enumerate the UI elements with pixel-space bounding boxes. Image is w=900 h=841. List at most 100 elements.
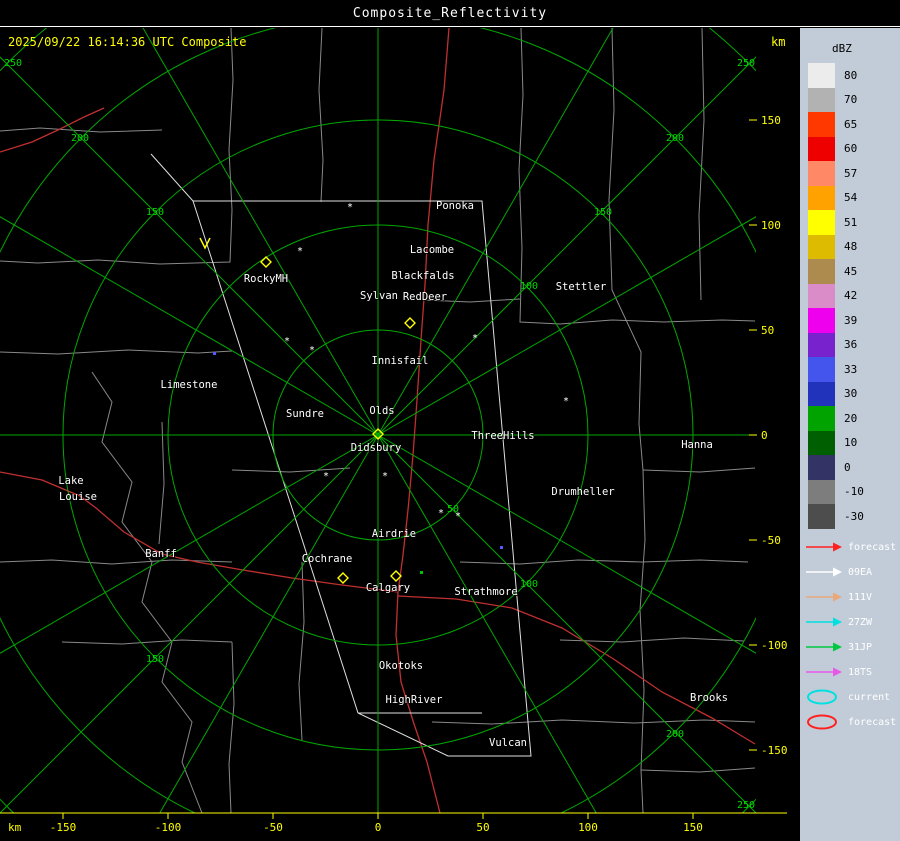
city-label: Airdrie (372, 528, 416, 540)
station-marker: * (323, 471, 329, 482)
radar-coverage-outline (151, 154, 531, 756)
city-label: Innisfail (372, 355, 429, 367)
legend-arrow-icon (805, 539, 843, 555)
ring-distance-label: 100 (520, 281, 538, 292)
station-marker: * (284, 336, 290, 347)
legend-arrow-icon (805, 589, 843, 605)
legend-arrow-icon (805, 664, 843, 680)
window-title: Composite_Reflectivity (0, 0, 900, 27)
legend-ellipse-icon (805, 714, 843, 730)
right-axis-label: 50 (761, 324, 774, 337)
city-label: Strathmore (454, 586, 517, 598)
city-label: Sylvan (360, 290, 398, 302)
echo-speck (420, 571, 423, 574)
city-label: Sundre (286, 408, 324, 420)
city-label: RockyMH (244, 273, 288, 285)
echo-speck (213, 352, 216, 355)
radar-site-marker (261, 257, 271, 267)
city-label: Brooks (690, 692, 728, 704)
ring-distance-label: 200 (666, 133, 684, 144)
legend-label: 18TS (848, 667, 872, 678)
legend-row: 18TS (800, 660, 900, 685)
scale-value-label: 30 (844, 387, 857, 400)
city-label: Stettler (556, 281, 607, 293)
city-label: Louise (59, 491, 97, 503)
legend-label: 09EA (848, 567, 872, 578)
ring-distance-label: 150 (146, 207, 164, 218)
legend-row: current (800, 685, 900, 710)
scale-color-block (808, 504, 835, 529)
legend-row: 31JP (800, 635, 900, 660)
scale-value-label: 42 (844, 289, 857, 302)
dbz-color-scale: 807065605754514845423936333020100-10-30 (800, 63, 900, 529)
legend-label: 27ZW (848, 617, 872, 628)
scale-value-label: -30 (844, 510, 864, 523)
scale-row: 70 (800, 88, 900, 113)
ring-distance-label: 150 (146, 654, 164, 665)
station-marker: * (472, 333, 478, 344)
city-label: Lacombe (410, 244, 454, 256)
right-axis-label: -100 (761, 639, 788, 652)
scale-value-label: 65 (844, 118, 857, 131)
legend-row: forecast (800, 710, 900, 735)
bottom-axis-label: -150 (50, 821, 77, 834)
scale-color-block (808, 406, 835, 431)
ring-distance-label: 250 (737, 58, 755, 69)
ring-distance-label: 200 (666, 729, 684, 740)
scale-value-label: -10 (844, 485, 864, 498)
scale-row: -10 (800, 480, 900, 505)
scale-row: 33 (800, 357, 900, 382)
scale-color-block (808, 259, 835, 284)
scale-color-block (808, 112, 835, 137)
city-label: Didsbury (351, 442, 402, 454)
scale-title: dBZ (832, 42, 900, 55)
radar-site-marker (405, 318, 415, 328)
station-marker: * (382, 471, 388, 482)
radar-map-canvas[interactable]: 50100100150150150200200200250250250Ponok… (0, 0, 900, 841)
scale-value-label: 0 (844, 461, 851, 474)
legend-label: forecast (848, 542, 896, 553)
scale-row: 48 (800, 235, 900, 260)
station-marker: * (297, 246, 303, 257)
city-label: Drumheller (551, 486, 614, 498)
city-label: RedDeer (403, 291, 447, 303)
colorbar-panel: dBZ 807065605754514845423936333020100-10… (800, 28, 900, 841)
city-label: ThreeHills (471, 430, 534, 442)
scale-value-label: 33 (844, 363, 857, 376)
right-axis-unit-label: km (771, 35, 785, 49)
scale-value-label: 48 (844, 240, 857, 253)
scale-value-label: 36 (844, 338, 857, 351)
bottom-axis-unit-label: km (8, 821, 21, 834)
scale-row: 60 (800, 137, 900, 162)
city-label: Blackfalds (391, 270, 454, 282)
scale-color-block (808, 480, 835, 505)
scale-color-block (808, 308, 835, 333)
legend-arrow-icon (805, 564, 843, 580)
right-axis-label: -50 (761, 534, 781, 547)
city-label: Hanna (681, 439, 713, 451)
ring-distance-label: 150 (594, 207, 612, 218)
timestamp-label: 2025/09/22 16:14:36 UTC Composite (8, 35, 246, 49)
scale-value-label: 39 (844, 314, 857, 327)
scale-color-block (808, 333, 835, 358)
right-axis-label: -150 (761, 744, 788, 757)
scale-color-block (808, 357, 835, 382)
scale-color-block (808, 431, 835, 456)
scale-value-label: 60 (844, 142, 857, 155)
scale-row: 0 (800, 455, 900, 480)
scale-value-label: 51 (844, 216, 857, 229)
scale-color-block (808, 382, 835, 407)
scale-row: 80 (800, 63, 900, 88)
scale-color-block (808, 161, 835, 186)
station-marker: * (563, 396, 569, 407)
scale-value-label: 20 (844, 412, 857, 425)
bottom-axis-label: 100 (578, 821, 598, 834)
city-label: Lake (58, 475, 83, 487)
legend-label: 111V (848, 592, 872, 603)
scale-color-block (808, 186, 835, 211)
right-axis-label: 0 (761, 429, 768, 442)
city-label: Ponoka (436, 200, 474, 212)
legend-arrow-icon (805, 614, 843, 630)
station-marker: * (438, 508, 444, 519)
ring-distance-label: 200 (71, 133, 89, 144)
